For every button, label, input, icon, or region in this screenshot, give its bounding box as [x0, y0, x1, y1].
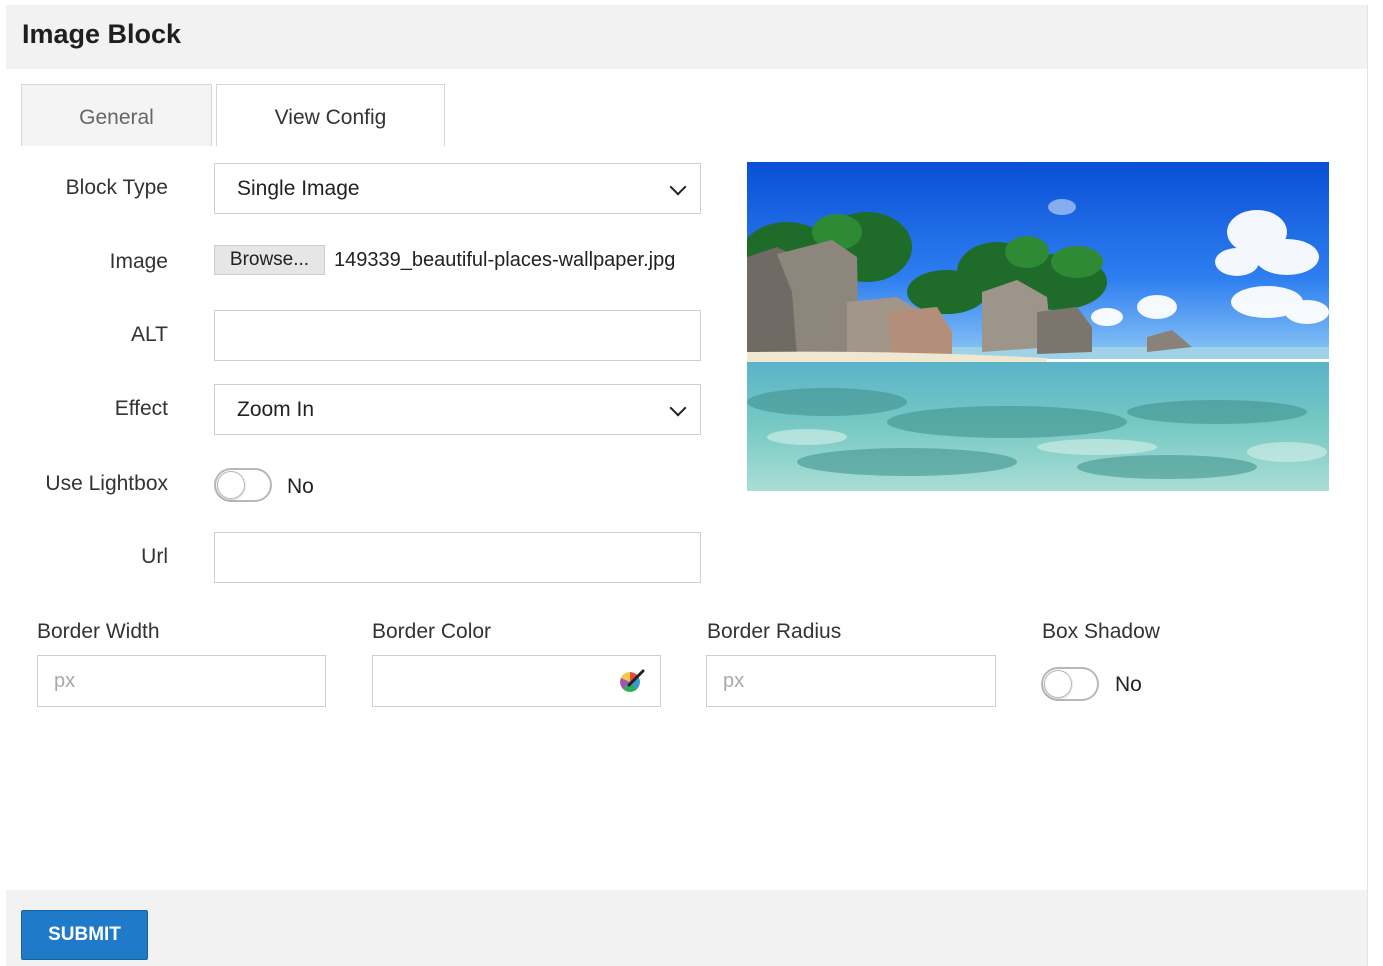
toggle-knob: [1044, 670, 1072, 698]
box-shadow-state: No: [1115, 673, 1142, 696]
tab-view-config[interactable]: View Config: [216, 84, 445, 146]
image-label: Image: [109, 250, 168, 273]
effect-label: Effect: [114, 397, 168, 420]
border-radius-input[interactable]: px: [706, 655, 996, 707]
block-type-select[interactable]: Single Image: [214, 163, 701, 214]
alt-label: ALT: [131, 323, 168, 346]
image-filename: 149339_beautiful-places-wallpaper.jpg: [334, 249, 676, 271]
url-input[interactable]: [214, 532, 701, 583]
alt-input[interactable]: [214, 310, 701, 361]
submit-button[interactable]: SUBMIT: [21, 910, 148, 960]
border-radius-label: Border Radius: [707, 620, 842, 643]
tab-general[interactable]: General: [21, 84, 212, 146]
toggle-knob: [217, 471, 245, 499]
chevron-down-icon: [669, 399, 687, 417]
image-block-panel: Image Block General View Config Block Ty…: [6, 5, 1368, 966]
border-color-label: Border Color: [372, 620, 492, 643]
border-color-input[interactable]: [372, 655, 661, 707]
url-label: Url: [141, 545, 168, 568]
box-shadow-toggle[interactable]: [1041, 667, 1099, 701]
panel-footer: SUBMIT: [6, 890, 1367, 966]
beach-preview-image: [747, 162, 1329, 491]
page-title: Image Block: [22, 19, 182, 49]
chevron-down-icon: [669, 178, 687, 196]
border-width-input[interactable]: px: [37, 655, 326, 707]
effect-select[interactable]: Zoom In: [214, 384, 701, 435]
box-shadow-label: Box Shadow: [1042, 620, 1160, 643]
border-width-label: Border Width: [37, 620, 160, 643]
use-lightbox-toggle[interactable]: [214, 468, 272, 502]
browse-button[interactable]: Browse...: [214, 245, 325, 275]
color-picker-icon[interactable]: [618, 668, 646, 694]
image-preview: [747, 162, 1329, 491]
block-type-label: Block Type: [65, 176, 168, 199]
use-lightbox-state: No: [287, 475, 314, 498]
use-lightbox-label: Use Lightbox: [45, 472, 168, 495]
panel-header: Image Block: [6, 5, 1367, 69]
effect-value: Zoom In: [237, 398, 315, 421]
block-type-value: Single Image: [237, 177, 360, 200]
